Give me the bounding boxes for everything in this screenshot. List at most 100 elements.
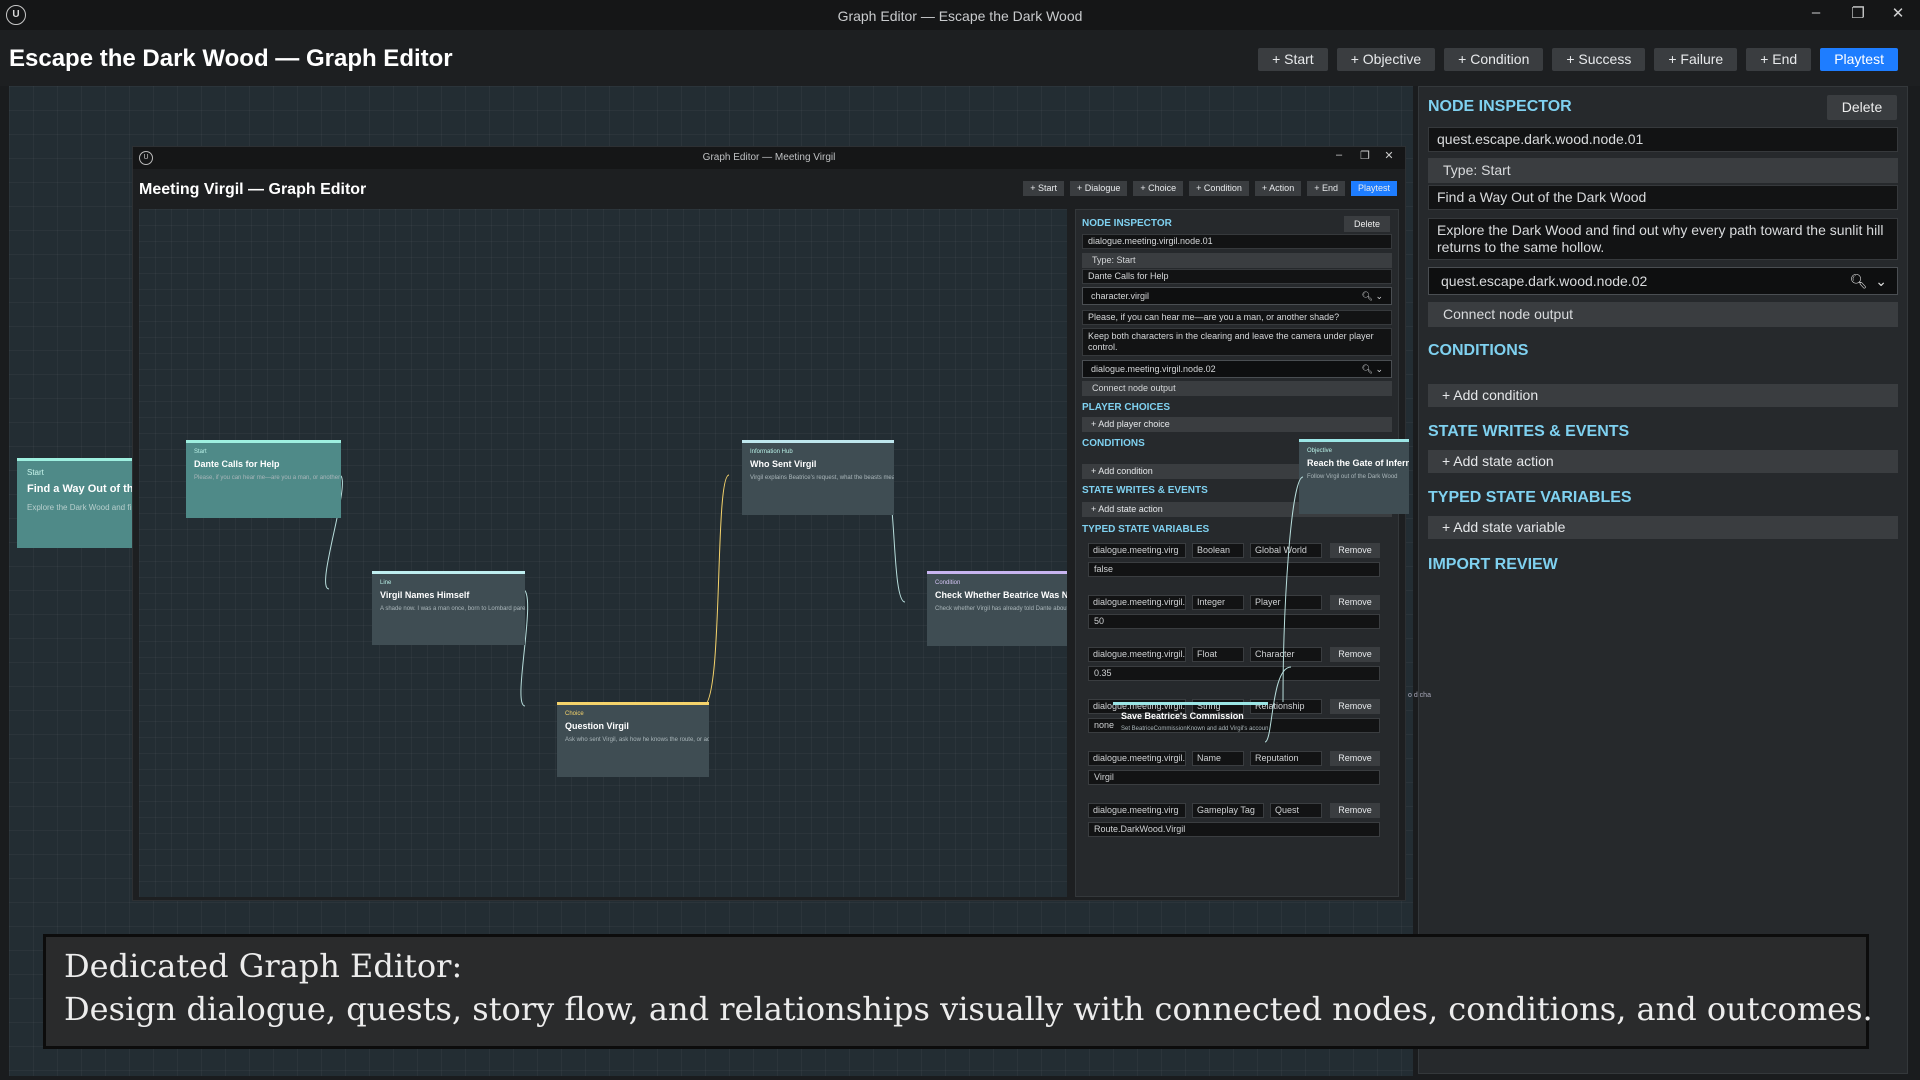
variable-name-field[interactable]: dialogue.meeting.virgil.vari: [1088, 647, 1186, 662]
variable-value-field[interactable]: Route.DarkWood.Virgil: [1088, 822, 1380, 837]
feature-caption: Dedicated Graph Editor: Design dialogue,…: [43, 934, 1873, 1049]
graph-node-information-hub[interactable]: Information Hub Who Sent Virgil Virgil e…: [742, 440, 894, 515]
add-end-button[interactable]: + End: [1746, 48, 1812, 71]
node-inspector: NODE INSPECTOR Delete quest.escape.dark.…: [1418, 86, 1908, 1074]
add-player-choice-button[interactable]: + Add player choice: [1082, 417, 1392, 432]
node-description-field[interactable]: Explore the Dark Wood and find out why e…: [1428, 218, 1898, 260]
node-connections: [325, 472, 906, 708]
target-node-value: dialogue.meeting.virgil.node.02: [1091, 364, 1216, 374]
add-failure-button[interactable]: + Failure: [1654, 48, 1738, 71]
node-description: Set BeatriceCommissionKnown and add Virg…: [1121, 726, 1268, 732]
conditions-header: CONDITIONS: [1428, 342, 1529, 359]
add-condition-button[interactable]: + Condition: [1189, 181, 1249, 196]
node-id-field[interactable]: dialogue.meeting.virgil.node.01: [1082, 234, 1392, 249]
graph-node-action[interactable]: Save Beatrice's Commission Set BeatriceC…: [1113, 702, 1268, 762]
variable-name-field[interactable]: dialogue.meeting.virg: [1088, 543, 1186, 558]
state-variable-row: dialogue.meeting.virgil.vari Float Chara…: [1082, 647, 1392, 683]
speaker-field[interactable]: character.virgil 🔍︎ ⌄: [1082, 287, 1392, 305]
target-node-value: quest.escape.dark.wood.node.02: [1441, 273, 1648, 289]
chevron-down-icon[interactable]: ⌄: [1375, 291, 1383, 301]
variable-type-select[interactable]: Float: [1192, 647, 1244, 662]
graph-node-start[interactable]: Start Dante Calls for Help Please, if yo…: [186, 440, 341, 518]
node-name-field[interactable]: Find a Way Out of the Dark Wood: [1428, 185, 1898, 210]
graph-node-condition[interactable]: Condition Check Whether Beatrice Was Nam…: [927, 571, 1067, 646]
graph-node-start[interactable]: Start Find a Way Out of the Dark Wood Ex…: [17, 458, 132, 548]
add-end-button[interactable]: + End: [1307, 181, 1345, 196]
restore-icon[interactable]: ❐: [1357, 149, 1373, 162]
remove-variable-button[interactable]: Remove: [1330, 595, 1380, 610]
variable-type-select[interactable]: Gameplay Tag: [1192, 803, 1264, 818]
nested-graph-canvas[interactable]: Start Dante Calls for Help Please, if yo…: [139, 209, 1067, 897]
delete-node-button[interactable]: Delete: [1827, 95, 1897, 120]
playtest-button[interactable]: Playtest: [1350, 181, 1397, 196]
page-title: Escape the Dark Wood — Graph Editor: [9, 45, 453, 72]
add-state-action-button[interactable]: + Add state action: [1428, 450, 1898, 473]
graph-node-choice[interactable]: Choice Question Virgil Ask who sent Virg…: [557, 702, 709, 777]
node-kind: Start: [27, 468, 44, 477]
node-id-field[interactable]: quest.escape.dark.wood.node.01: [1428, 127, 1898, 152]
graph-node-objective[interactable]: Objective Reach the Gate of Inferno Foll…: [1299, 439, 1409, 514]
variable-name-field[interactable]: dialogue.meeting.virgil.variat: [1088, 595, 1186, 610]
variable-name-field[interactable]: dialogue.meeting.virg: [1088, 803, 1186, 818]
minimize-icon[interactable]: –: [1804, 4, 1828, 21]
variable-value-field[interactable]: Virgil: [1088, 770, 1380, 785]
node-title: Find a Way Out of the Dark Wood: [27, 483, 132, 495]
node-type-select[interactable]: Type: Start: [1082, 253, 1392, 268]
node-description: Ask who sent Virgil, ask how he knows th…: [565, 737, 709, 743]
variable-value-field[interactable]: false: [1088, 562, 1380, 577]
minimize-icon[interactable]: –: [1331, 149, 1347, 161]
connect-output-button[interactable]: Connect node output: [1428, 302, 1898, 327]
remove-variable-button[interactable]: Remove: [1330, 647, 1380, 662]
inspector-title: NODE INSPECTOR: [1428, 98, 1572, 115]
add-start-button[interactable]: + Start: [1023, 181, 1065, 196]
node-name-field[interactable]: Dante Calls for Help: [1082, 269, 1392, 284]
add-choice-button[interactable]: + Choice: [1133, 181, 1184, 196]
add-objective-button[interactable]: + Objective: [1336, 48, 1436, 71]
node-kind: Information Hub: [750, 449, 793, 455]
add-condition-button[interactable]: + Add condition: [1428, 384, 1898, 407]
variable-type-select[interactable]: Boolean: [1192, 543, 1244, 558]
typed-state-variables-header: TYPED STATE VARIABLES: [1082, 524, 1210, 535]
restore-icon[interactable]: ❐: [1846, 4, 1870, 22]
playtest-button[interactable]: Playtest: [1820, 48, 1898, 71]
graph-node-line[interactable]: Line Virgil Names Himself A shade now. I…: [372, 571, 525, 645]
variable-scope-select[interactable]: Quest: [1270, 803, 1322, 818]
node-kind: Start: [194, 449, 207, 455]
close-icon[interactable]: ✕: [1886, 4, 1910, 22]
add-state-variable-button[interactable]: + Add state variable: [1428, 516, 1898, 539]
connect-output-button[interactable]: Connect node output: [1082, 381, 1392, 396]
add-success-button[interactable]: + Success: [1552, 48, 1646, 71]
variable-scope-select[interactable]: Global World: [1250, 543, 1322, 558]
search-icon[interactable]: 🔍︎: [1362, 364, 1373, 374]
remove-variable-button[interactable]: Remove: [1330, 751, 1380, 766]
variable-scope-select[interactable]: Player: [1250, 595, 1322, 610]
search-icon[interactable]: 🔍︎: [1850, 273, 1868, 289]
search-icon[interactable]: 🔍︎: [1362, 291, 1373, 301]
add-dialogue-button[interactable]: + Dialogue: [1070, 181, 1128, 196]
node-kind: Choice: [565, 711, 584, 717]
variable-scope-select[interactable]: Character: [1250, 647, 1322, 662]
conditions-header: CONDITIONS: [1082, 438, 1145, 449]
node-type-select[interactable]: Type: Start: [1428, 158, 1898, 183]
nested-page-title: Meeting Virgil — Graph Editor: [139, 181, 367, 198]
close-icon[interactable]: ✕: [1381, 149, 1397, 162]
delete-node-button[interactable]: Delete: [1344, 216, 1390, 232]
remove-variable-button[interactable]: Remove: [1330, 699, 1380, 714]
variable-type-select[interactable]: Integer: [1192, 595, 1244, 610]
nested-graph-editor-window: U Graph Editor — Meeting Virgil – ❐ ✕ Me…: [132, 146, 1409, 901]
target-node-field[interactable]: quest.escape.dark.wood.node.02 🔍︎ ⌄: [1428, 267, 1898, 295]
remove-variable-button[interactable]: Remove: [1330, 803, 1380, 818]
variable-value-field[interactable]: 50: [1088, 614, 1380, 629]
remove-variable-button[interactable]: Remove: [1330, 543, 1380, 558]
node-kind: Objective: [1307, 448, 1333, 454]
chevron-down-icon[interactable]: ⌄: [1875, 273, 1887, 289]
variable-value-field[interactable]: 0.35: [1088, 666, 1380, 681]
state-writes-header: STATE WRITES & EVENTS: [1428, 423, 1630, 440]
chevron-down-icon[interactable]: ⌄: [1375, 364, 1383, 374]
add-action-button[interactable]: + Action: [1254, 181, 1302, 196]
notes-field[interactable]: Keep both characters in the clearing and…: [1082, 328, 1392, 356]
target-node-field[interactable]: dialogue.meeting.virgil.node.02 🔍︎ ⌄: [1082, 360, 1392, 378]
dialogue-line-field[interactable]: Please, if you can hear me—are you a man…: [1082, 310, 1392, 325]
add-condition-button[interactable]: + Condition: [1444, 48, 1544, 71]
add-start-button[interactable]: + Start: [1258, 48, 1328, 71]
